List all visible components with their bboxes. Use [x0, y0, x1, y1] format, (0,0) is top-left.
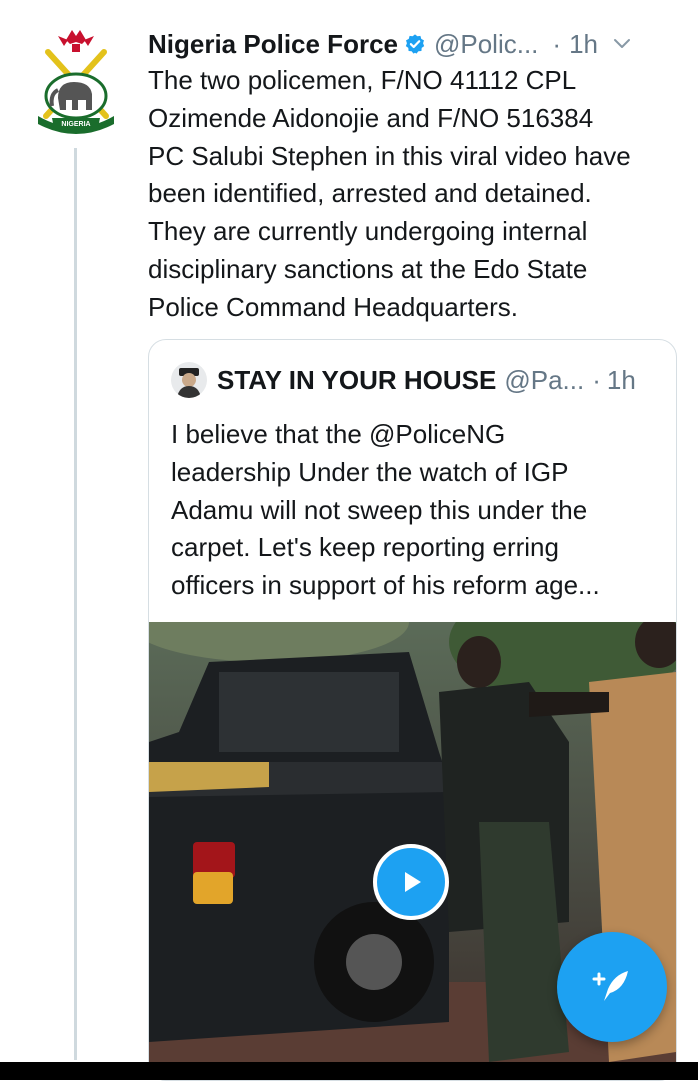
- quoted-text-line: I believe that the @PoliceNG: [171, 419, 506, 449]
- police-crest-icon: NIGERIA: [38, 30, 114, 134]
- tweet-text-line: Police Command Headquarters.: [148, 291, 518, 322]
- quoted-text-line: leadership Under the watch of IGP: [171, 456, 569, 487]
- author-name[interactable]: Nigeria Police Force: [148, 29, 398, 60]
- tweet-text-line: been identified, arrested and detained.: [148, 178, 592, 209]
- tweet-text-line: disciplinary sanctions at the Edo State: [148, 253, 588, 284]
- play-button[interactable]: [373, 844, 449, 920]
- quoted-author-handle[interactable]: @Pa...: [504, 365, 584, 396]
- tweet-text: The two policemen, F/NO 41112 CPL Ozimen…: [148, 62, 683, 327]
- quoted-text-line: officers in support of his reform age...: [171, 570, 600, 601]
- tweet-text-line: They are currently undergoing internal: [148, 216, 588, 247]
- quoted-tweet-text: I believe that the @PoliceNG leadership …: [171, 416, 666, 605]
- tweet-header: Nigeria Police Force @Polic... · 1h: [148, 26, 678, 62]
- tweet-timestamp[interactable]: 1h: [569, 29, 598, 60]
- compose-tweet-button[interactable]: [557, 932, 667, 1042]
- quoted-text-line: carpet. Let's keep reporting erring: [171, 532, 559, 563]
- separator-dot: ·: [552, 28, 562, 59]
- system-navigation-bar: [0, 1062, 698, 1080]
- chevron-down-icon[interactable]: [612, 34, 632, 54]
- quoted-author-avatar[interactable]: [171, 362, 207, 398]
- tweet-text-line: PC Salubi Stephen in this viral video ha…: [148, 140, 631, 171]
- person-avatar-icon: [171, 362, 207, 398]
- quoted-author-name[interactable]: STAY IN YOUR HOUSE: [217, 365, 496, 396]
- compose-tweet-icon: [592, 971, 628, 1001]
- tweet-text-line: The two policemen, F/NO 41112 CPL: [148, 65, 577, 95]
- quoted-text-line: Adamu will not sweep this under the: [171, 494, 588, 525]
- author-avatar[interactable]: NIGERIA: [28, 20, 124, 138]
- quoted-tweet-timestamp[interactable]: 1h: [607, 365, 636, 396]
- quoted-tweet-header: STAY IN YOUR HOUSE @Pa... · 1h: [171, 362, 662, 398]
- author-handle[interactable]: @Polic...: [434, 29, 538, 60]
- crest-label: NIGERIA: [61, 121, 90, 128]
- verified-badge-icon: [405, 34, 425, 54]
- separator-dot: ·: [592, 364, 601, 395]
- tweet-text-line: Ozimende Aidonojie and F/NO 516384: [148, 102, 594, 133]
- thread-line: [74, 148, 77, 1060]
- play-icon: [405, 872, 421, 892]
